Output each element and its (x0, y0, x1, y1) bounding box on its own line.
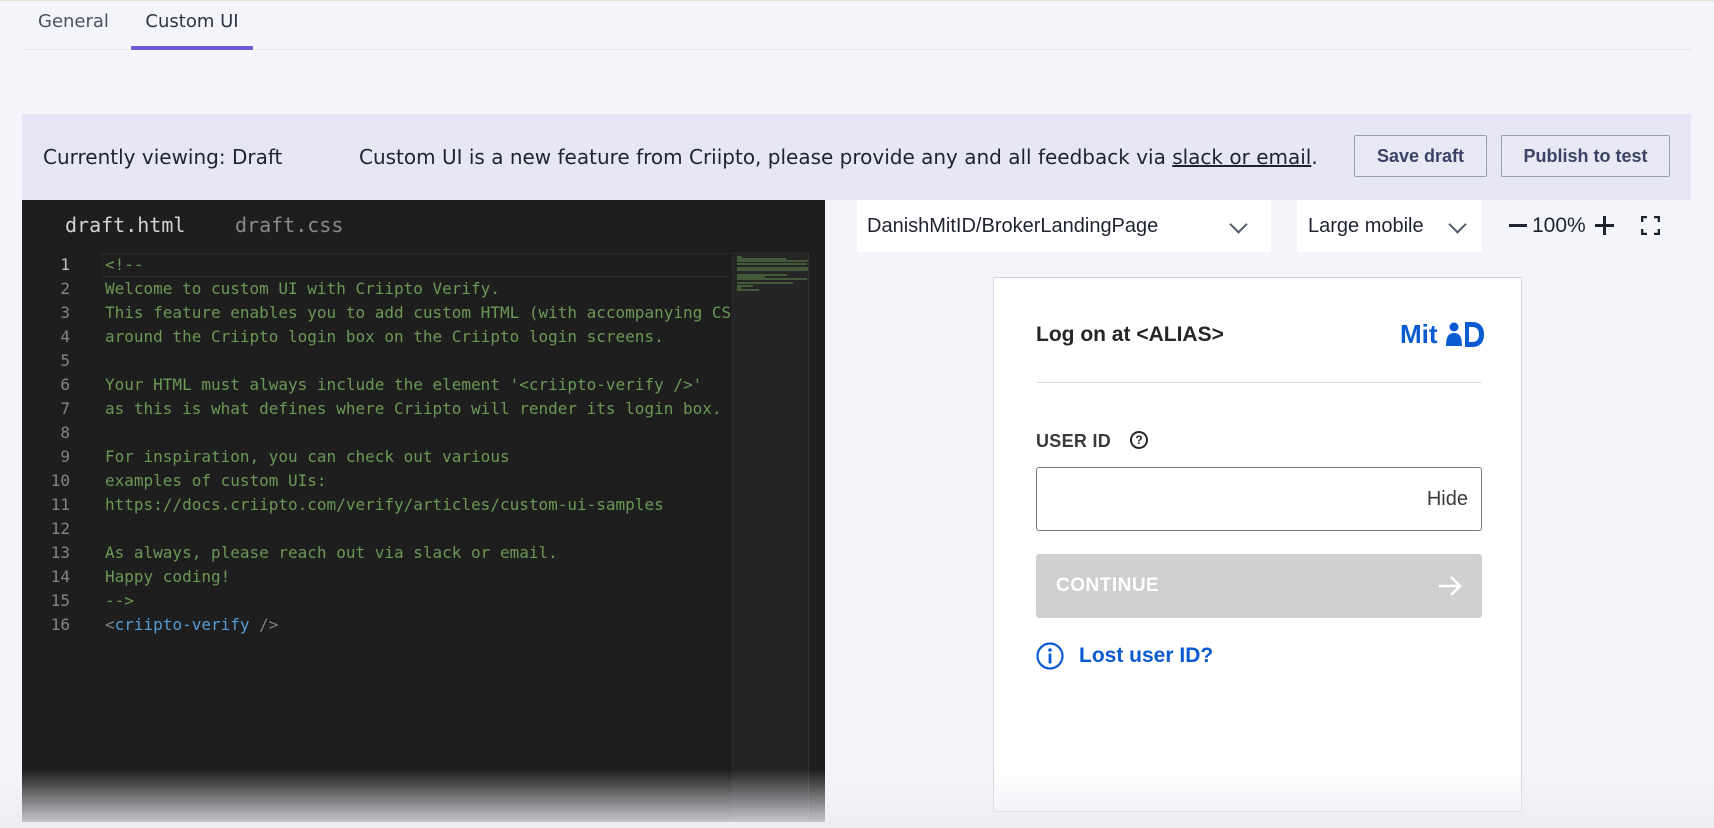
tab-custom-ui[interactable]: Custom UI (131, 0, 253, 50)
login-divider (1036, 382, 1482, 383)
code-text: examples of custom UIs: (105, 471, 327, 490)
editor-tab-html[interactable]: draft.html (65, 200, 185, 252)
line-number: 15 (50, 591, 70, 610)
tag-bracket: /> (249, 615, 279, 634)
code-text: Your HTML must always include the elemen… (105, 375, 703, 394)
help-circle-icon[interactable]: ? (1130, 431, 1148, 449)
tag-bracket: < (105, 615, 115, 634)
mitid-person-icon (1446, 322, 1484, 347)
line-number: 3 (60, 303, 70, 322)
line-number: 5 (60, 351, 70, 370)
line-number: 2 (60, 279, 70, 298)
line-number: 7 (60, 399, 70, 418)
minus-icon[interactable] (1509, 224, 1527, 227)
feedback-notice: Custom UI is a new feature from Criipto,… (359, 114, 1318, 200)
chevron-down-icon (1448, 215, 1467, 234)
line-number: 10 (50, 471, 70, 490)
code-text: For inspiration, you can check out vario… (105, 447, 510, 466)
feedback-notice-end: . (1311, 145, 1318, 169)
code-text: <!-- (105, 255, 144, 274)
line-number: 9 (60, 447, 70, 466)
code-editor: draft.html draft.css 1 <!-- 2 Welcome to cu… (22, 200, 825, 822)
line-number: 11 (50, 495, 70, 514)
feedback-notice-text: Custom UI is a new feature from Criipto,… (359, 145, 1173, 169)
plus-icon[interactable] (1595, 216, 1614, 235)
code-text: Welcome to custom UI with Criipto Verify… (105, 279, 500, 298)
tab-general[interactable]: General (38, 0, 109, 49)
continue-button[interactable]: CONTINUE (1036, 554, 1482, 618)
minimap-line (737, 278, 807, 280)
line-number: 1 (60, 255, 70, 274)
line-number: 14 (50, 567, 70, 586)
code-text: Happy coding! (105, 567, 231, 586)
line-number: 16 (50, 615, 70, 634)
line-number: 6 (60, 375, 70, 394)
device-select-value: Large mobile (1308, 215, 1424, 237)
save-draft-button[interactable]: Save draft (1354, 135, 1487, 177)
line-number: 4 (60, 327, 70, 346)
user-id-label: USER ID (1036, 431, 1112, 451)
publish-to-test-button[interactable]: Publish to test (1501, 135, 1670, 177)
line-number: 13 (50, 543, 70, 562)
code-area[interactable]: 1 <!-- 2 Welcome to custom UI with Criipto … (22, 253, 730, 822)
code-text: as this is what defines where Criipto wi… (105, 399, 722, 418)
draft-banner: Currently viewing: Draft Custom UI is a … (22, 114, 1691, 200)
zoom-level: 100% (1532, 214, 1586, 237)
info-circle-icon (1036, 642, 1064, 670)
minimap-line (737, 262, 807, 265)
code-text: As always, please reach out via slack or… (105, 543, 558, 562)
continue-label: CONTINUE (1056, 575, 1160, 596)
minimap-line (737, 269, 814, 272)
hide-toggle[interactable]: Hide (1427, 468, 1468, 530)
user-id-input[interactable]: Hide (1036, 467, 1482, 531)
line-number: 8 (60, 423, 70, 442)
page-select[interactable]: DanishMitID/BrokerLandingPage (857, 200, 1271, 252)
chevron-down-icon (1229, 215, 1248, 234)
line-number: 12 (50, 519, 70, 538)
tag-name: criipto-verify (114, 615, 250, 634)
code-text: This feature enables you to add custom H… (105, 303, 730, 322)
editor-scrollbar[interactable] (808, 252, 825, 822)
device-select[interactable]: Large mobile (1297, 200, 1482, 252)
login-preview: Log on at <ALIAS> Mit USER ID ? Hide CON… (993, 277, 1522, 812)
mitid-logo: Mit (1400, 319, 1484, 349)
code-text: --> (105, 591, 134, 610)
fullscreen-icon[interactable] (1641, 216, 1660, 235)
login-title: Log on at <ALIAS> (1036, 323, 1224, 346)
page-tabs: General Custom UI (22, 0, 1691, 50)
lost-user-id-link[interactable]: Lost user ID? (1079, 642, 1213, 670)
feedback-link[interactable]: slack or email (1172, 145, 1311, 169)
minimap-line (737, 289, 759, 291)
code-text: around the Criipto login box on the Crii… (105, 327, 664, 346)
code-text: <criipto-verify /> (105, 613, 278, 637)
mitid-logo-text: Mit (1400, 319, 1438, 349)
arrow-right-icon (1439, 576, 1462, 596)
code-text: https://docs.criipto.com/verify/articles… (105, 495, 664, 514)
viewing-status: Currently viewing: Draft (43, 145, 283, 169)
page-select-value: DanishMitID/BrokerLandingPage (867, 215, 1159, 237)
editor-tab-css[interactable]: draft.css (235, 200, 343, 252)
